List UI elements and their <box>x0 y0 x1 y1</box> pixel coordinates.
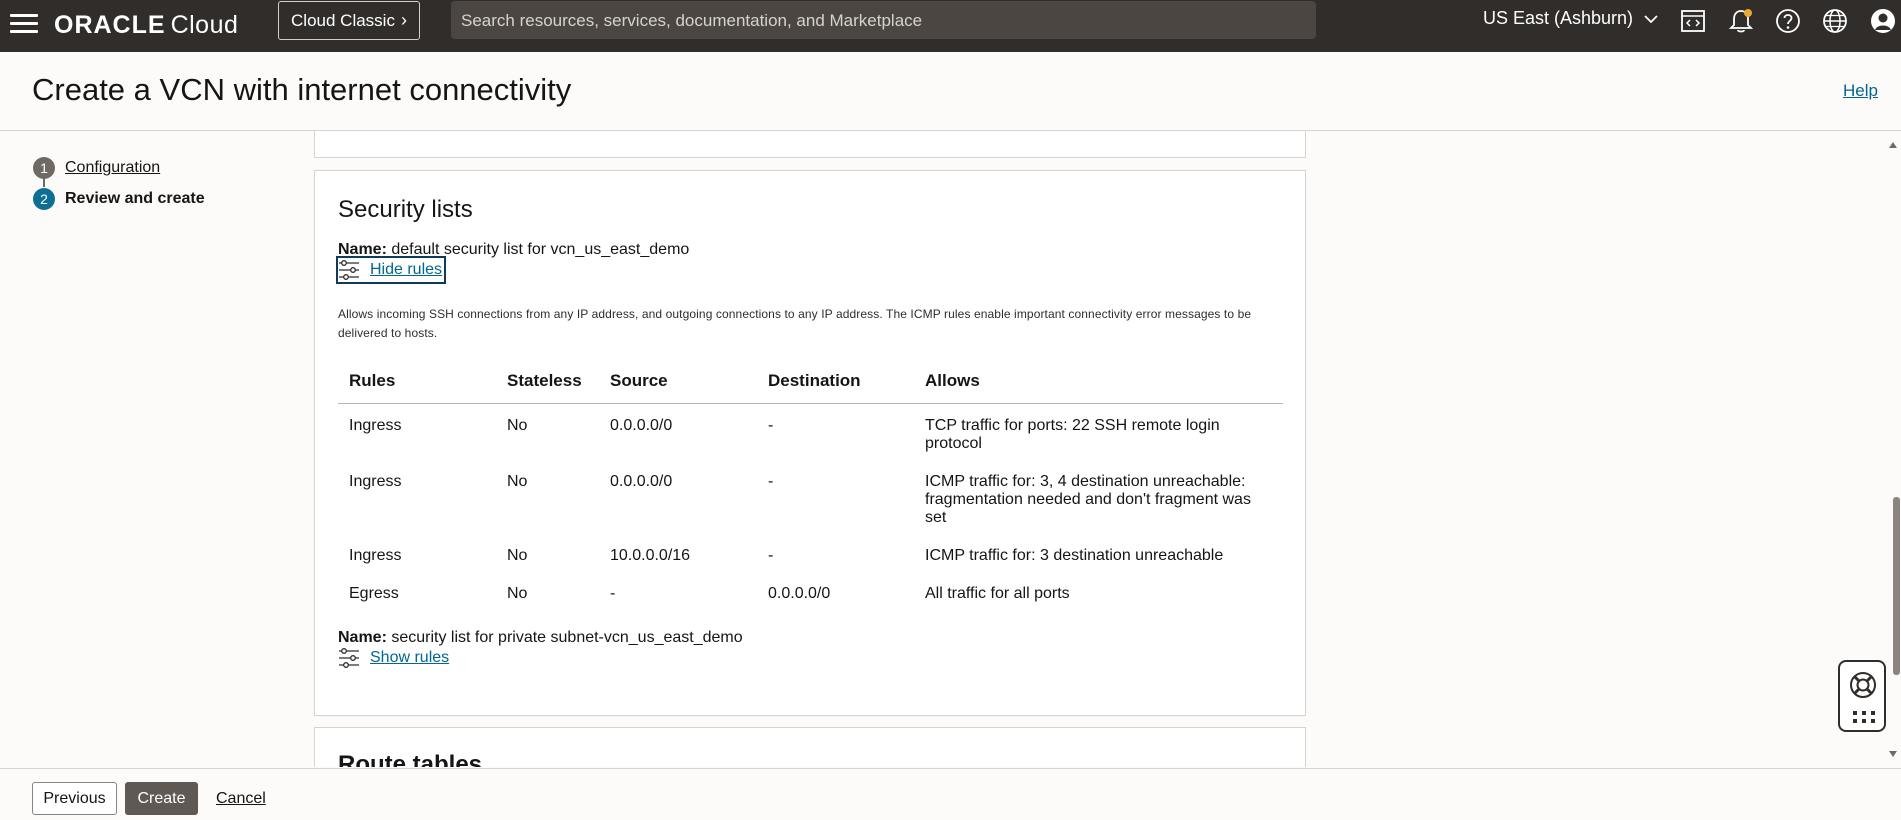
scrollbar-thumb[interactable] <box>1893 497 1900 675</box>
cell-stateless: No <box>507 473 528 490</box>
lifebuoy-icon <box>1850 672 1876 698</box>
code-editor-icon[interactable] <box>1679 7 1707 35</box>
cell-destination: - <box>768 547 774 564</box>
search-input[interactable]: Search resources, services, documentatio… <box>451 1 1316 39</box>
cell-allows: All traffic for all ports <box>925 585 1070 602</box>
cell-destination: - <box>768 473 774 490</box>
scroll-up-arrow[interactable] <box>1889 142 1897 148</box>
name-value: security list for private subnet-vcn_us_… <box>391 629 743 646</box>
help-link[interactable]: Help <box>1843 81 1878 101</box>
region-label: US East (Ashburn) <box>1483 8 1634 28</box>
bell-icon[interactable] <box>1727 7 1755 35</box>
table-row: Ingress No 0.0.0.0/0 - ICMP traffic for:… <box>338 460 1283 534</box>
cell-stateless: No <box>507 417 528 434</box>
page-header: Create a VCN with internet connectivity … <box>0 52 1901 131</box>
scroll-down-arrow[interactable] <box>1889 751 1897 757</box>
wizard-footer: Previous Create Cancel <box>0 768 1901 820</box>
name-value: default security list for vcn_us_east_de… <box>391 241 690 258</box>
cell-rule: Egress <box>349 585 399 602</box>
column-header-rules: Rules <box>338 363 496 404</box>
profile-icon[interactable] <box>1869 7 1897 35</box>
menu-icon[interactable] <box>10 14 38 36</box>
cell-source: 0.0.0.0/0 <box>610 417 673 434</box>
name-label: Name: <box>338 629 387 646</box>
show-rules-label: Show rules <box>370 649 450 666</box>
security-list-name: Name: default security list for vcn_us_e… <box>338 241 689 259</box>
cell-destination: - <box>768 417 774 434</box>
cell-allows: TCP traffic for ports: 22 SSH remote log… <box>925 417 1220 452</box>
chevron-right-icon: › <box>400 10 407 30</box>
cloud-classic-label: Cloud Classic <box>291 10 395 30</box>
cell-source: - <box>610 585 616 602</box>
logo-product: Cloud <box>170 11 239 39</box>
table-header-row: Rules Stateless Source Destination Allow… <box>338 363 1283 404</box>
column-header-allows: Allows <box>914 363 1283 404</box>
support-widget[interactable] <box>1838 660 1886 732</box>
step-review-and-create: 2 Review and create <box>33 183 205 214</box>
logo-brand: ORACLE <box>54 11 166 39</box>
column-header-destination: Destination <box>757 363 914 404</box>
cell-allows: ICMP traffic for: 3, 4 destination unrea… <box>925 473 1251 526</box>
create-button[interactable]: Create <box>125 782 198 815</box>
security-lists-panel: Security lists Name: default security li… <box>314 170 1306 716</box>
security-list-description: Allows incoming SSH connections from any… <box>338 307 1252 340</box>
region-selector[interactable]: US East (Ashburn) <box>1483 8 1658 29</box>
cell-allows: ICMP traffic for: 3 destination unreacha… <box>925 547 1224 564</box>
filter-settings-icon <box>339 260 359 280</box>
column-header-stateless: Stateless <box>496 363 599 404</box>
cell-rule: Ingress <box>349 547 402 564</box>
hide-rules-label: Hide rules <box>370 261 443 278</box>
cloud-classic-button[interactable]: Cloud Classic › <box>278 1 420 40</box>
oracle-cloud-logo[interactable]: ORACLE Cloud <box>54 11 238 40</box>
show-rules-button[interactable]: Show rules <box>338 646 451 670</box>
wizard-steps: 1 Configuration 2 Review and create <box>33 152 205 214</box>
chevron-down-icon <box>1644 15 1658 24</box>
cell-destination: 0.0.0.0/0 <box>768 585 831 602</box>
help-icon[interactable] <box>1774 7 1802 35</box>
step-number: 1 <box>33 156 55 179</box>
cell-source: 10.0.0.0/16 <box>610 547 691 564</box>
cancel-link[interactable]: Cancel <box>216 782 272 815</box>
page-title: Create a VCN with internet connectivity <box>32 72 572 107</box>
table-row: Egress No - 0.0.0.0/0 All traffic for al… <box>338 572 1283 610</box>
previous-section-panel <box>314 131 1306 158</box>
cell-stateless: No <box>507 547 528 564</box>
section-title: Route tables <box>338 751 483 767</box>
apps-grid-icon <box>1853 711 1875 723</box>
step-configuration[interactable]: 1 Configuration <box>33 152 205 187</box>
filter-settings-icon <box>339 648 359 668</box>
name-label: Name: <box>338 241 387 258</box>
table-row: Ingress No 0.0.0.0/0 - TCP traffic for p… <box>338 404 1283 461</box>
hide-rules-button[interactable]: Hide rules <box>335 256 447 284</box>
cell-rule: Ingress <box>349 417 402 434</box>
previous-button[interactable]: Previous <box>32 782 117 815</box>
security-rules-table: Rules Stateless Source Destination Allow… <box>338 363 1283 610</box>
cell-stateless: No <box>507 585 528 602</box>
cell-rule: Ingress <box>349 473 402 490</box>
section-title: Security lists <box>338 196 473 223</box>
column-header-source: Source <box>599 363 757 404</box>
top-navigation-bar: ORACLE Cloud Cloud Classic › Search resou… <box>0 0 1901 52</box>
step-label[interactable]: Configuration <box>65 159 160 177</box>
globe-icon[interactable] <box>1821 7 1849 35</box>
table-row: Ingress No 10.0.0.0/16 - ICMP traffic fo… <box>338 534 1283 572</box>
route-tables-panel: Route tables <box>314 727 1306 767</box>
security-list-name: Name: security list for private subnet-v… <box>338 629 743 647</box>
step-label: Review and create <box>65 189 205 207</box>
step-number: 2 <box>33 187 55 210</box>
cell-source: 0.0.0.0/0 <box>610 473 673 490</box>
